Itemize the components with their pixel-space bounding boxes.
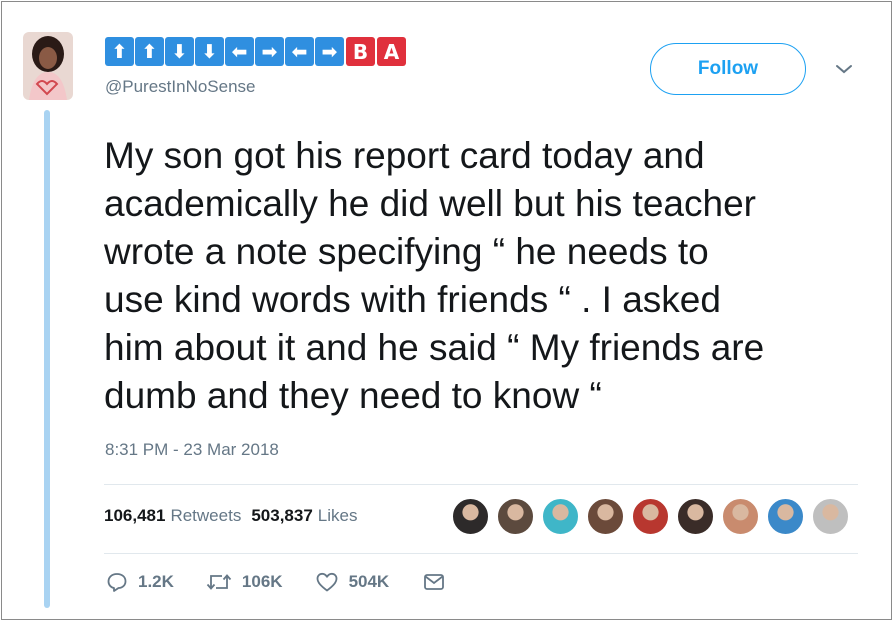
chevron-down-icon[interactable]: [834, 62, 854, 76]
tweet-text-line: use kind words with friends “ . I asked: [104, 279, 721, 320]
retweets-stat[interactable]: 106,481 Retweets: [104, 506, 241, 526]
liker-avatar[interactable]: [767, 498, 804, 535]
left-arrow-tile: ⬅: [225, 37, 254, 66]
likes-label: Likes: [317, 506, 358, 525]
author-avatar[interactable]: [23, 32, 73, 100]
liker-avatar[interactable]: [542, 498, 579, 535]
divider: [104, 484, 858, 485]
liker-avatar[interactable]: [452, 498, 489, 535]
retweet-count: 106K: [241, 572, 283, 591]
author-handle[interactable]: @PurestInNoSense: [105, 77, 256, 97]
up-arrow-tile: ⬆: [135, 37, 164, 66]
retweet-button[interactable]: 106K: [206, 571, 283, 593]
reply-count: 1.2K: [138, 572, 174, 591]
likes-stat[interactable]: 503,837 Likes: [251, 506, 357, 526]
right-arrow-tile: ➡: [255, 37, 284, 66]
like-count: 504K: [348, 572, 390, 591]
tweet-text-line: dumb and they need to know “: [104, 375, 602, 416]
tweet-text-line: wrote a note specifying “ he needs to: [104, 231, 709, 272]
heart-icon: [316, 572, 337, 592]
down-arrow-tile: ⬇: [195, 37, 224, 66]
down-arrow-tile: ⬇: [165, 37, 194, 66]
follow-button[interactable]: Follow: [650, 43, 806, 95]
tweet-text: My son got his report card today and aca…: [104, 132, 874, 420]
reply-icon: [107, 573, 127, 592]
liker-avatar[interactable]: [497, 498, 534, 535]
thread-line: [44, 110, 50, 608]
letter-b-tile: B: [346, 37, 375, 66]
liker-avatar[interactable]: [587, 498, 624, 535]
liker-avatar[interactable]: [812, 498, 849, 535]
tweet-text-line: My son got his report card today and: [104, 135, 705, 176]
like-button[interactable]: 504K: [315, 571, 390, 593]
retweets-count: 106,481: [104, 506, 166, 525]
retweets-label: Retweets: [170, 506, 242, 525]
envelope-icon: [424, 574, 445, 590]
tweet-actions: 1.2K 106K 504K: [104, 571, 445, 593]
liker-avatar[interactable]: [632, 498, 669, 535]
author-display-name[interactable]: ⬆ ⬆ ⬇ ⬇ ⬅ ➡ ⬅ ➡ B A: [105, 37, 406, 66]
tweet-text-line: academically he did well but his teacher: [104, 183, 756, 224]
liker-avatar[interactable]: [722, 498, 759, 535]
liker-avatars: [452, 498, 857, 535]
direct-message-button[interactable]: [423, 572, 445, 592]
engagement-stats: 106,481 Retweets 503,837 Likes: [104, 506, 357, 526]
left-arrow-tile: ⬅: [285, 37, 314, 66]
tweet-timestamp[interactable]: 8:31 PM - 23 Mar 2018: [105, 440, 279, 460]
likes-count: 503,837: [251, 506, 313, 525]
up-arrow-tile: ⬆: [105, 37, 134, 66]
divider: [104, 553, 858, 554]
retweet-icon: [206, 574, 232, 590]
tweet-text-line: him about it and he said “ My friends ar…: [104, 327, 765, 368]
letter-a-tile: A: [377, 37, 406, 66]
right-arrow-tile: ➡: [315, 37, 344, 66]
reply-button[interactable]: 1.2K: [106, 571, 174, 593]
liker-avatar[interactable]: [677, 498, 714, 535]
